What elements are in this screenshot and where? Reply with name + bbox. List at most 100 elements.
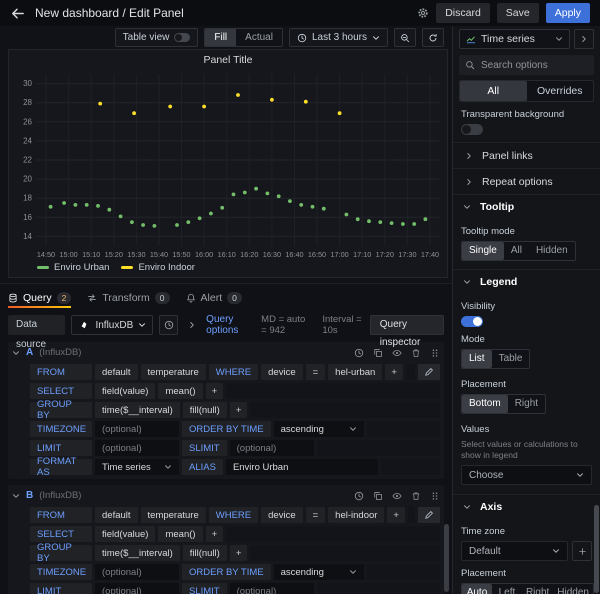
from-bucket[interactable]: default [95, 364, 138, 380]
transparent-background-toggle[interactable] [461, 124, 483, 135]
formatas-select[interactable]: Time series [95, 459, 179, 475]
table-view-switch[interactable] [174, 33, 190, 42]
timezone-input[interactable] [95, 421, 179, 437]
delete-query-icon[interactable] [411, 491, 421, 501]
repeat-options-section[interactable]: Repeat options [453, 168, 600, 194]
hide-query-icon[interactable] [392, 491, 402, 501]
query-options-toggle[interactable]: Query options [206, 314, 251, 336]
select-field[interactable]: field(value) [95, 526, 155, 542]
axis-placement-left[interactable]: Left [492, 584, 522, 594]
fill-button[interactable]: Fill [205, 29, 236, 46]
edit-query-button[interactable] [418, 364, 440, 380]
add-select-button[interactable]: + [206, 526, 224, 542]
orderby-select[interactable]: ascending [274, 564, 364, 580]
collapse-pane-button[interactable] [574, 29, 594, 49]
tooltip-mode-hidden[interactable]: Hidden [529, 242, 575, 260]
from-measurement[interactable]: temperature [141, 364, 206, 380]
orderby-select[interactable]: ascending [274, 421, 364, 437]
limit-input[interactable] [95, 440, 179, 456]
where-key[interactable]: device [261, 507, 302, 523]
apply-button[interactable]: Apply [546, 3, 590, 23]
query-scrollbar[interactable] [444, 524, 449, 592]
panel-links-section[interactable]: Panel links [453, 142, 600, 168]
dashboard-settings-icon[interactable] [417, 7, 429, 19]
tooltip-mode-single[interactable]: Single [462, 242, 504, 260]
legend-values-select[interactable]: Choose [461, 465, 592, 485]
query-ref[interactable]: A [26, 347, 33, 358]
groupby-time[interactable]: time($__interval) [95, 545, 180, 561]
select-field[interactable]: field(value) [95, 383, 155, 399]
time-range-picker[interactable]: Last 3 hours [289, 28, 388, 47]
collapse-chevron-icon[interactable] [12, 349, 20, 357]
from-measurement[interactable]: temperature [141, 507, 206, 523]
add-select-button[interactable]: + [206, 383, 224, 399]
tooltip-mode-all[interactable]: All [504, 242, 529, 260]
collapse-chevron-icon[interactable] [12, 492, 20, 500]
legend-mode-list[interactable]: List [462, 350, 492, 368]
axis-section-header[interactable]: Axis [453, 495, 600, 519]
add-tag-button[interactable]: + [385, 364, 403, 380]
where-key[interactable]: device [261, 364, 302, 380]
sidebar-scrollbar[interactable] [594, 505, 599, 593]
tab-query[interactable]: Query 2 [8, 287, 71, 308]
tooltip-section-header[interactable]: Tooltip [453, 195, 600, 219]
select-fn[interactable]: mean() [158, 526, 202, 542]
edit-query-button[interactable] [418, 507, 440, 523]
table-view-toggle[interactable]: Table view [115, 28, 199, 47]
tab-overrides[interactable]: Overrides [527, 81, 594, 101]
where-value[interactable]: hel-urban [328, 364, 382, 380]
groupby-fill[interactable]: fill(null) [183, 402, 227, 418]
tab-transform[interactable]: Transform 0 [87, 287, 169, 308]
slimit-input[interactable] [230, 583, 314, 594]
save-button[interactable]: Save [497, 3, 539, 23]
query-history-icon[interactable] [354, 348, 364, 358]
add-tag-button[interactable]: + [387, 507, 405, 523]
zoom-out-button[interactable] [394, 28, 416, 47]
alias-input[interactable] [226, 459, 378, 475]
add-groupby-button[interactable]: + [230, 402, 248, 418]
datasource-select[interactable]: InfluxDB [71, 315, 153, 335]
groupby-fill[interactable]: fill(null) [183, 545, 227, 561]
select-fn[interactable]: mean() [158, 383, 202, 399]
timeseries-chart[interactable]: 14161820222426283014:5015:0015:1015:2015… [13, 69, 445, 261]
panel-title[interactable]: Panel Title [13, 53, 443, 69]
legend-placement-right[interactable]: Right [508, 395, 545, 413]
where-value[interactable]: hel-indoor [328, 507, 384, 523]
from-bucket[interactable]: default [95, 507, 138, 523]
axis-placement-auto[interactable]: Auto [462, 584, 492, 594]
query-ref[interactable]: B [26, 490, 33, 501]
query-inspector-button[interactable]: Query inspector [370, 315, 444, 335]
query-history-icon[interactable] [354, 491, 364, 501]
limit-input[interactable] [95, 583, 179, 594]
chevron-right-icon[interactable] [188, 321, 196, 329]
visualization-select[interactable]: Time series [459, 29, 570, 49]
options-search[interactable] [459, 55, 594, 75]
options-search-input[interactable] [481, 60, 588, 71]
axis-timezone-select[interactable]: Default [461, 541, 568, 561]
axis-placement-right[interactable]: Right [522, 584, 553, 594]
timezone-input[interactable] [95, 564, 179, 580]
add-groupby-button[interactable]: + [230, 545, 248, 561]
where-operator[interactable]: = [306, 364, 326, 380]
duplicate-query-icon[interactable] [373, 491, 383, 501]
add-timezone-button[interactable] [572, 541, 592, 561]
hide-query-icon[interactable] [392, 348, 402, 358]
back-button[interactable] [10, 6, 25, 21]
refresh-button[interactable] [422, 28, 444, 47]
legend-item[interactable]: Enviro Indoor [121, 262, 195, 273]
axis-placement-hidden[interactable]: Hidden [553, 584, 593, 594]
legend-placement-bottom[interactable]: Bottom [462, 395, 508, 413]
slimit-input[interactable] [230, 440, 314, 456]
actual-button[interactable]: Actual [236, 29, 282, 46]
legend-mode-table[interactable]: Table [492, 350, 530, 368]
duplicate-query-icon[interactable] [373, 348, 383, 358]
delete-query-icon[interactable] [411, 348, 421, 358]
legend-item[interactable]: Enviro Urban [37, 262, 109, 273]
legend-section-header[interactable]: Legend [453, 270, 600, 294]
tab-alert[interactable]: Alert 0 [186, 287, 242, 308]
tab-all[interactable]: All [460, 81, 527, 101]
legend-visibility-toggle[interactable] [461, 316, 483, 327]
query-history-button[interactable] [159, 315, 178, 335]
drag-handle-icon[interactable] [430, 491, 440, 501]
groupby-time[interactable]: time($__interval) [95, 402, 180, 418]
